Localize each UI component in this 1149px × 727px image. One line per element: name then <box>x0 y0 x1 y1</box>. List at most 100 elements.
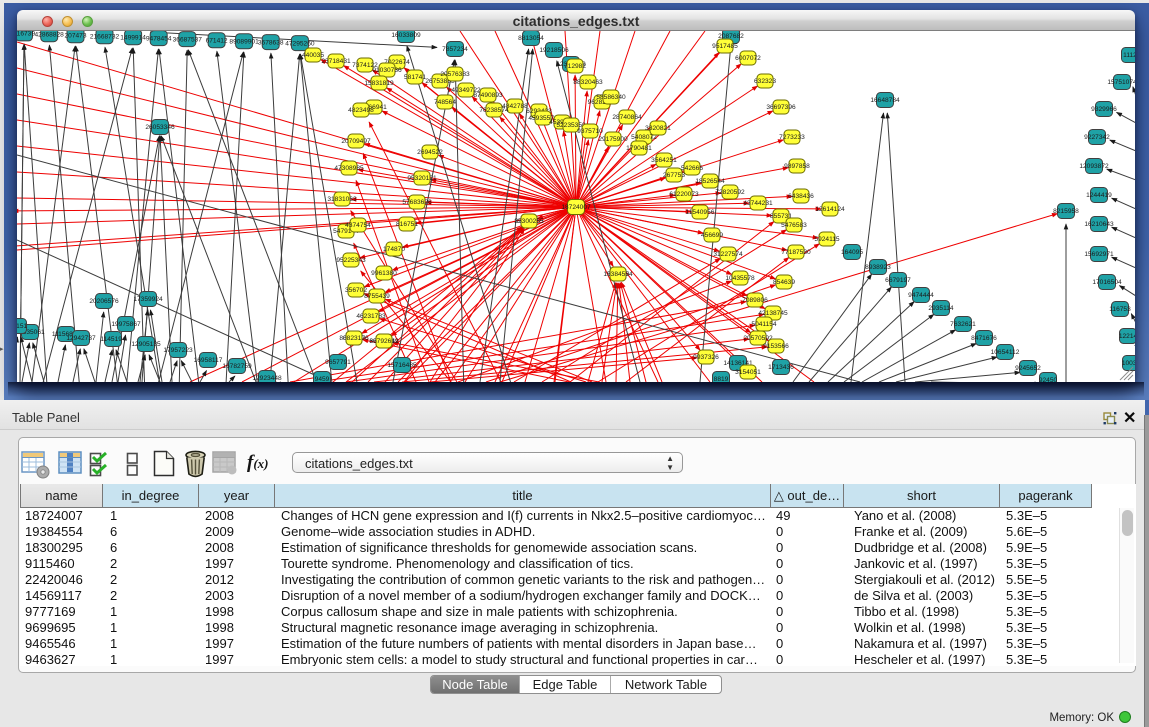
svg-text:748564: 748564 <box>434 99 456 106</box>
svg-text:72820592: 72820592 <box>715 189 745 196</box>
svg-text:26053346: 26053346 <box>145 124 175 131</box>
svg-text:9961380: 9961380 <box>371 270 397 277</box>
svg-text:581741: 581741 <box>404 74 426 81</box>
svg-text:216739: 216739 <box>17 31 35 38</box>
svg-text:2935114: 2935114 <box>928 305 954 312</box>
svg-text:20206576: 20206576 <box>89 298 119 305</box>
svg-text:9227342: 9227342 <box>1084 134 1110 141</box>
svg-text:3678638: 3678638 <box>258 39 284 46</box>
svg-text:854639: 854639 <box>773 279 795 286</box>
svg-text:3320821: 3320821 <box>645 125 671 132</box>
svg-text:5476583: 5476583 <box>781 222 807 229</box>
svg-text:542666: 542666 <box>681 165 703 172</box>
svg-text:42138745: 42138745 <box>758 310 788 317</box>
svg-text:19384554: 19384554 <box>603 271 633 278</box>
svg-text:16033809: 16033809 <box>391 32 421 39</box>
svg-text:4374754: 4374754 <box>345 222 371 229</box>
svg-text:46231783: 46231783 <box>356 313 386 320</box>
svg-text:47308985: 47308985 <box>334 165 364 172</box>
svg-text:632323: 632323 <box>754 78 776 85</box>
svg-text:57683626: 57683626 <box>402 199 432 206</box>
svg-text:15692971: 15692971 <box>1084 251 1114 258</box>
svg-text:10654112: 10654112 <box>991 349 1020 356</box>
svg-text:39151: 39151 <box>17 323 27 330</box>
svg-text:95320121: 95320121 <box>407 175 437 182</box>
svg-text:9517485: 9517485 <box>712 43 738 50</box>
svg-text:8755439: 8755439 <box>364 293 390 300</box>
svg-text:9657791: 9657791 <box>325 359 351 366</box>
svg-text:23718431: 23718431 <box>321 58 351 65</box>
svg-text:91030736: 91030736 <box>372 67 402 74</box>
svg-text:17016504: 17016504 <box>1092 279 1122 286</box>
svg-text:1244419: 1244419 <box>1086 192 1112 199</box>
svg-text:174870: 174870 <box>383 246 405 253</box>
svg-text:18526544: 18526544 <box>695 178 725 185</box>
svg-text:76238574: 76238574 <box>479 107 509 114</box>
svg-text:712982: 712982 <box>564 63 586 70</box>
svg-text:16648784: 16648784 <box>870 97 900 104</box>
svg-text:92450: 92450 <box>1039 377 1058 382</box>
svg-text:116753: 116753 <box>1109 306 1131 313</box>
svg-text:9245652: 9245652 <box>1015 365 1041 372</box>
svg-text:61220073: 61220073 <box>669 191 699 198</box>
svg-text:3564251: 3564251 <box>651 157 677 164</box>
svg-text:440035: 440035 <box>302 52 324 59</box>
svg-text:7857234: 7857234 <box>442 46 468 53</box>
svg-text:1713436: 1713436 <box>768 364 794 371</box>
svg-text:16958117: 16958117 <box>194 357 223 364</box>
svg-text:31831063: 31831063 <box>327 196 357 203</box>
svg-text:95225343: 95225343 <box>336 257 366 264</box>
svg-text:19975867: 19975867 <box>111 321 141 328</box>
svg-text:7089806: 7089806 <box>742 297 768 304</box>
svg-text:5041154: 5041154 <box>751 321 777 328</box>
svg-text:17957223: 17957223 <box>163 347 193 354</box>
svg-text:9897858: 9897858 <box>784 163 810 170</box>
svg-text:29175900: 29175900 <box>598 136 628 143</box>
svg-text:12905135: 12905135 <box>131 341 161 348</box>
svg-text:1499914: 1499914 <box>120 34 146 41</box>
svg-text:43744231: 43744231 <box>743 200 773 207</box>
svg-text:9375710: 9375710 <box>577 128 603 135</box>
svg-text:77187530: 77187530 <box>781 249 811 256</box>
svg-text:15831819: 15831819 <box>364 80 394 87</box>
svg-text:207473: 207473 <box>64 32 86 39</box>
svg-text:4823498: 4823498 <box>348 107 374 114</box>
svg-text:15751074: 15751074 <box>1107 79 1135 86</box>
svg-text:6007072: 6007072 <box>735 55 761 62</box>
svg-text:7273233: 7273233 <box>779 134 805 141</box>
svg-text:3154051: 3154051 <box>735 369 761 376</box>
svg-text:8471676: 8471676 <box>971 335 997 342</box>
svg-text:31227574: 31227574 <box>713 251 743 258</box>
svg-text:1145194: 1145194 <box>100 336 126 343</box>
svg-text:11540956: 11540956 <box>686 209 715 216</box>
svg-text:87490893: 87490893 <box>473 92 503 99</box>
svg-text:20576383: 20576383 <box>440 71 470 78</box>
svg-text:88320463: 88320463 <box>573 79 603 86</box>
svg-text:816751: 816751 <box>396 221 418 228</box>
svg-text:12093872: 12093872 <box>1079 163 1109 170</box>
svg-text:164095: 164095 <box>841 249 863 256</box>
svg-text:28740864: 28740864 <box>612 114 642 121</box>
svg-text:10035: 10035 <box>1122 360 1135 367</box>
svg-text:16782759: 16782759 <box>222 363 252 370</box>
svg-text:36687537: 36687537 <box>173 36 203 43</box>
svg-text:8813054: 8813054 <box>518 35 544 42</box>
svg-text:47295260: 47295260 <box>285 40 315 47</box>
svg-text:12923448: 12923448 <box>252 375 282 382</box>
svg-text:42868828: 42868828 <box>35 31 65 38</box>
svg-text:15716485: 15716485 <box>387 362 417 369</box>
svg-text:2694522: 2694522 <box>417 149 443 156</box>
svg-text:66792612: 66792612 <box>369 338 399 345</box>
svg-text:456699: 456699 <box>701 232 723 239</box>
svg-text:58586340: 58586340 <box>596 94 626 101</box>
svg-text:80823176: 80823176 <box>339 335 369 342</box>
svg-text:21668732: 21668732 <box>90 33 120 40</box>
svg-text:6438436: 6438436 <box>788 193 814 200</box>
svg-text:12614124: 12614124 <box>815 206 845 213</box>
svg-text:9937326: 9937326 <box>693 354 719 361</box>
svg-text:1790481: 1790481 <box>626 145 652 152</box>
svg-text:6679197: 6679197 <box>885 277 911 284</box>
svg-text:25300255: 25300255 <box>514 218 544 225</box>
svg-text:8819: 8819 <box>714 376 729 382</box>
svg-text:89089901: 89089901 <box>229 38 259 45</box>
